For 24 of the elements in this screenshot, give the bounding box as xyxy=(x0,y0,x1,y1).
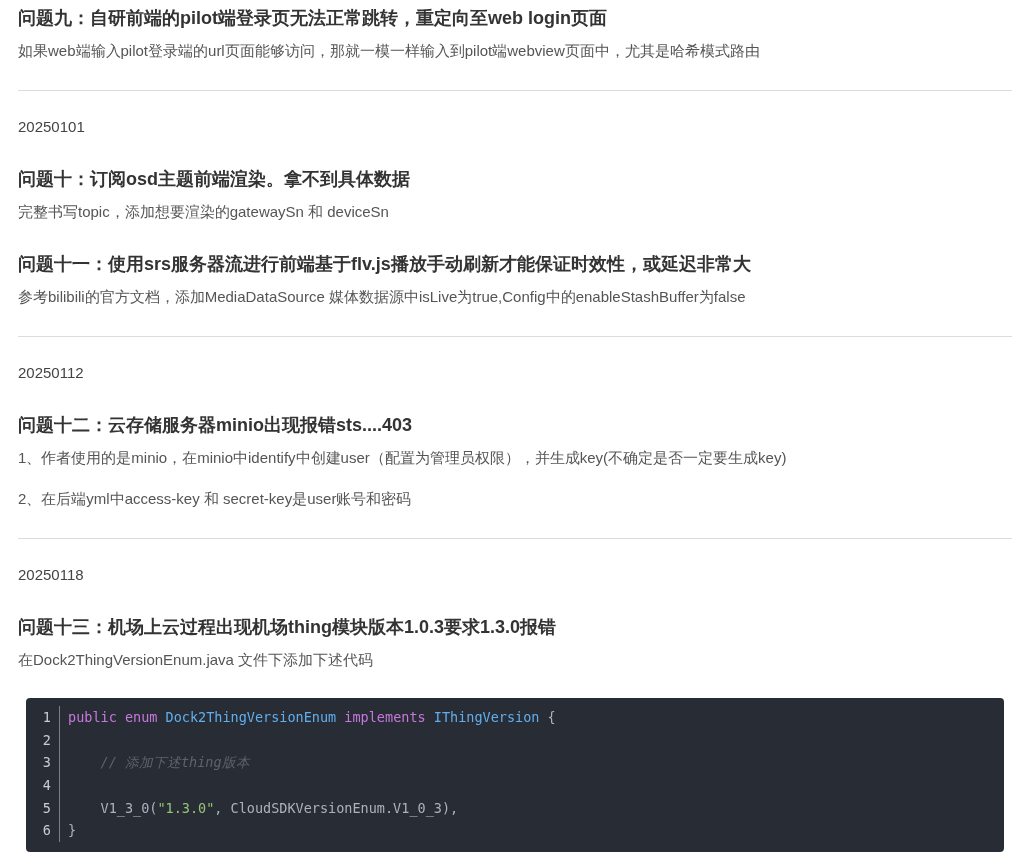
section-heading: 问题十三：机场上云过程出现机场thing模块版本1.0.3要求1.3.0报错 xyxy=(18,616,558,639)
line-number: 3 xyxy=(26,751,60,775)
date-label: 20250101 xyxy=(18,117,86,137)
paragraph: 完整书写topic，添加想要渲染的gatewaySn 和 deviceSn xyxy=(18,202,390,222)
section-heading: 问题九：自研前端的pilot端登录页无法正常跳转，重定向至web login页面 xyxy=(18,7,608,30)
line-number: 5 xyxy=(26,796,60,820)
paragraph: 2、在后端yml中access-key 和 secret-key是user账号和密码 xyxy=(18,489,413,509)
code-line: } xyxy=(67,821,78,841)
section-heading: 问题十一：使用srs服务器流进行前端基于flv.js播放手动刷新才能保证时效性，或延迟非常大 xyxy=(18,253,752,276)
paragraph: 1、作者使用的是minio，在minio中identify中创建user（配置为管理员权限），并生成key(不确定是否一定要生成key) xyxy=(18,448,788,468)
paragraph: 参考bilibili的官方文档，添加MediaDataSource 媒体数据源中isLive为true,Config中的enableStashBuffer为false xyxy=(18,287,747,307)
code-line: // 添加下述thing版本 xyxy=(99,753,252,773)
section-heading: 问题十：订阅osd主题前端渲染。拿不到具体数据 xyxy=(18,168,411,191)
line-number: 2 xyxy=(26,728,60,752)
line-number: 6 xyxy=(26,819,60,843)
date-label: 20250112 xyxy=(18,363,85,383)
date-label: 20250118 xyxy=(18,565,85,585)
line-number: 1 xyxy=(26,706,60,729)
paragraph: 如果web端输入pilot登录端的url页面能够访问，那就一模一样输入到pilot端webview页面中，尤其是哈希模式路由 xyxy=(18,41,761,61)
paragraph: 在Dock2ThingVersionEnum.java 文件下添加下述代码 xyxy=(18,650,375,670)
section-heading: 问题十二：云存储服务器minio出现报错sts....403 xyxy=(18,414,414,437)
code-line: V1_3_0("1.3.0", CloudSDKVersionEnum.V1_0_3), xyxy=(99,798,460,819)
code-line: public enum Dock2ThingVersionEnum implements IThingVersion { xyxy=(67,708,557,727)
line-number: 4 xyxy=(26,774,60,797)
